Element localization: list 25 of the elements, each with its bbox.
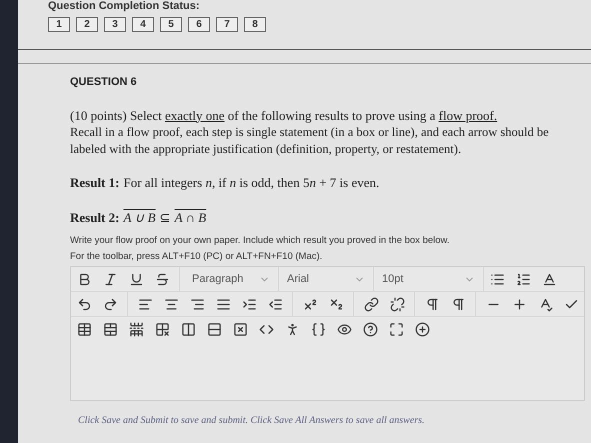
- result-label: Result 2:: [70, 208, 120, 226]
- footer-text: Click Save and Submit to save and submit. Click Save All Answers to save all answers.: [78, 414, 426, 428]
- result-statement: For all integers n, if n is odd, then 5n + 7 is even.: [123, 174, 380, 190]
- question-number-button[interactable]: 5: [160, 17, 182, 32]
- toolbar-hint: For the toolbar, press ALT+F10 (PC) or ALT+FN+F10 (Mac).: [70, 250, 324, 264]
- question-number-button[interactable]: 3: [104, 17, 126, 32]
- font-dropdown[interactable]: Arial: [279, 267, 374, 291]
- question-number-button[interactable]: 1: [48, 17, 70, 32]
- font-size-dropdown[interactable]: 10pt: [374, 267, 484, 291]
- question-number-button[interactable]: 4: [132, 17, 154, 32]
- set-expression: A ∩ B: [174, 208, 206, 226]
- completion-status-label: Question Completion Status:: [48, 1, 201, 12]
- question-recall: Recall in a flow proof, each step is single statement (in a box or line), and each arrow should be labeled with the appropriate justification (definition, property, or restatement).: [70, 124, 550, 158]
- question-number-button[interactable]: 6: [188, 17, 210, 32]
- question-number-button[interactable]: 7: [216, 17, 238, 32]
- instructions-text: Write your flow proof on your own paper. Include which result you proved in the box below.: [70, 234, 451, 248]
- rich-text-editor[interactable]: Paragraph Arial 10pt: [70, 266, 585, 401]
- question-number-button[interactable]: 8: [244, 17, 266, 32]
- question-title: QUESTION 6: [70, 75, 138, 90]
- question-prompt: (10 points) Select exactly one of the following results to prove using a flow proof.: [70, 106, 498, 124]
- result-label: Result 1:: [70, 174, 120, 190]
- block-format-dropdown[interactable]: Paragraph: [184, 267, 279, 291]
- set-expression: A ∪ B: [123, 208, 156, 226]
- question-number-button[interactable]: 2: [76, 17, 98, 32]
- subset-symbol: ⊆: [160, 208, 171, 226]
